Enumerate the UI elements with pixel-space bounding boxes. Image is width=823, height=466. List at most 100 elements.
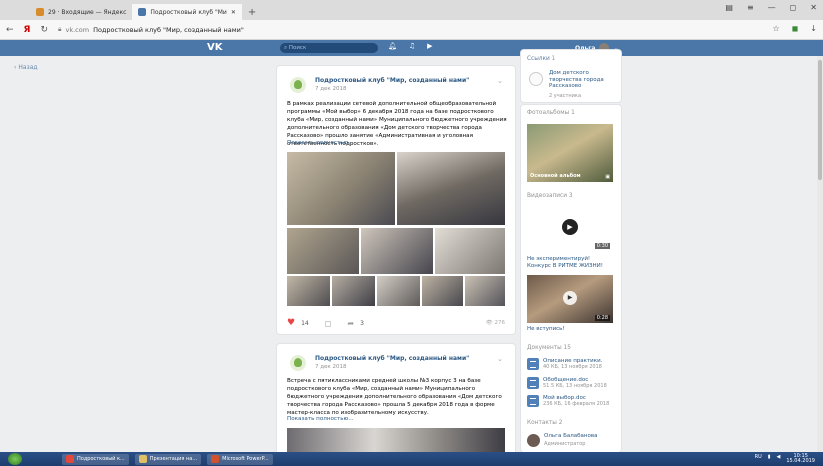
play-icon[interactable]: ▶ (427, 42, 432, 50)
reload-icon[interactable]: ↻ (40, 25, 48, 35)
show-more-link[interactable]: Показать полностью... (287, 140, 354, 146)
chevron-left-icon: ‹ (14, 64, 17, 71)
eye-icon: 👁︎ (485, 320, 493, 326)
taskbar-label: Презентация на... (149, 456, 198, 462)
new-tab-button[interactable]: + (242, 4, 262, 20)
scrollbar-thumb[interactable] (818, 60, 822, 180)
document-meta: 51.5 КБ, 13 ноября 2018 (543, 383, 607, 389)
contact-avatar[interactable] (527, 434, 540, 447)
links-block: Ссылки 1 Дом детского творчества города … (521, 50, 621, 102)
post-photo[interactable] (397, 152, 505, 225)
url-field[interactable]: 🔒︎ vk.com Подростковый клуб "Мир, создан… (58, 25, 244, 34)
comment-icon[interactable]: ◻ (325, 319, 332, 328)
like-icon[interactable]: ♥ (287, 318, 295, 328)
search-input[interactable]: ⌕ Поиск (280, 43, 378, 53)
start-button[interactable] (8, 453, 22, 465)
yandex-icon (66, 455, 74, 463)
music-icon[interactable]: ♫ (409, 42, 415, 50)
language-indicator[interactable]: RU (755, 454, 762, 464)
post-photo[interactable] (287, 228, 359, 274)
post-photo[interactable] (377, 276, 420, 306)
close-window-button[interactable]: ✕ (810, 3, 817, 12)
taskbar-presentation[interactable]: Презентация на... (134, 453, 202, 465)
back-arrow-icon[interactable]: ← (6, 25, 14, 35)
post-date[interactable]: 7 дек 2018 (315, 364, 347, 370)
post-author[interactable]: Подростковый клуб "Мир, созданный нами" (315, 355, 469, 362)
contact-name[interactable]: Ольга Балабанова (544, 433, 597, 439)
bookmark-star-icon[interactable]: ☆ (772, 24, 779, 33)
volume-icon[interactable]: ◀ (777, 454, 781, 464)
video-thumb[interactable]: ▶ 0:30 (527, 205, 613, 251)
menu-icon[interactable]: ≡ (747, 3, 754, 12)
document-item[interactable]: Описание практики. 40 КБ, 13 ноября 2018 (527, 358, 602, 370)
video-duration: 0:28 (594, 315, 610, 321)
post-photo[interactable] (361, 228, 433, 274)
vk-icon (138, 8, 147, 16)
taskbar-browser[interactable]: Подростковый к... (62, 453, 129, 465)
taskbar-powerpoint[interactable]: Microsoft PowerP... (207, 453, 273, 465)
url-domain: vk.com (65, 25, 90, 34)
post-author[interactable]: Подростковый клуб "Мир, созданный нами" (315, 77, 469, 84)
windows-taskbar: Подростковый к... Презентация на... Micr… (0, 452, 823, 466)
lock-icon: 🔒︎ (58, 25, 62, 33)
contact-role: Администратор (544, 441, 586, 447)
link-avatar[interactable] (529, 72, 543, 86)
close-icon[interactable]: ✕ (231, 9, 236, 16)
albums-title-text: Фотоальбомы (527, 110, 570, 116)
docs-count: 15 (563, 345, 571, 351)
contacts-title[interactable]: Контакты 2 (527, 420, 562, 426)
link-name[interactable]: Дом детского творчества города Рассказов… (549, 70, 617, 90)
videos-title[interactable]: Видеозаписи 3 (527, 193, 573, 199)
post-photo[interactable] (332, 276, 375, 306)
document-icon (527, 395, 539, 407)
video-thumb[interactable]: ▶ 0:28 (527, 275, 613, 323)
videos-title-text: Видеозаписи (527, 193, 568, 199)
clock-date: 15.04.2019 (786, 458, 815, 464)
extension-icon[interactable]: ◼ (792, 24, 799, 33)
docs-title[interactable]: Документы 15 (527, 345, 571, 351)
back-label: Назад (18, 64, 38, 71)
share-icon[interactable]: ➦ (347, 319, 354, 328)
download-icon[interactable]: ↓ (810, 24, 817, 33)
albums-title[interactable]: Фотоальбомы 1 (527, 110, 575, 116)
maximize-button[interactable]: ◻ (790, 3, 797, 12)
vk-logo[interactable]: VK (207, 42, 223, 53)
browser-tab-bar: 29 · Входящие — Яндекс Подростковый клуб… (0, 0, 823, 20)
document-icon (527, 358, 539, 370)
document-item[interactable]: Мой выбор.doc 236 КБ, 16 февраля 2018 (527, 395, 609, 407)
post-header: Подростковый клуб "Мир, созданный нами" … (277, 344, 515, 374)
tab-mail-label: 29 · Входящие — Яндекс (48, 8, 127, 16)
clock[interactable]: 10:15 15.04.2019 (786, 454, 815, 464)
post-photo[interactable] (287, 276, 330, 306)
club-avatar[interactable] (290, 355, 306, 371)
post-photo[interactable] (465, 276, 505, 306)
video-duration: 0:30 (594, 243, 610, 249)
back-link[interactable]: ‹ Назад (14, 64, 38, 71)
post-photo[interactable] (422, 276, 463, 306)
yandex-icon[interactable]: Я (24, 25, 31, 35)
document-item[interactable]: Обобщение.doc 51.5 КБ, 13 ноября 2018 (527, 377, 607, 389)
post-date[interactable]: 7 дек 2018 (315, 86, 347, 92)
tab-vk[interactable]: Подростковый клуб "Ми ✕ (132, 4, 242, 20)
chevron-down-icon[interactable]: ⌄ (497, 355, 503, 363)
header-icons: 🔔︎ ♫ ▶ (388, 42, 433, 50)
folder-icon (138, 455, 147, 463)
albums-count: 1 (571, 110, 575, 116)
album-cover[interactable]: Основной альбом ▣ (527, 124, 613, 182)
tab-mail[interactable]: 29 · Входящие — Яндекс (30, 4, 132, 20)
url-title: Подростковый клуб "Мир, созданный нами" (93, 25, 244, 34)
show-more-link[interactable]: Показать полностью... (287, 416, 354, 422)
chevron-down-icon[interactable]: ⌄ (497, 77, 503, 85)
network-icon[interactable]: ▮ (768, 454, 771, 464)
post-photo[interactable] (287, 152, 395, 225)
bookmarks-icon[interactable]: ▤ (725, 3, 733, 12)
club-avatar[interactable] (290, 77, 306, 93)
notifications-icon[interactable]: 🔔︎ (388, 42, 397, 50)
post-photo[interactable] (435, 228, 505, 274)
browser-extensions: ☆ ◼ ↓ (772, 24, 817, 33)
video-title[interactable]: Не вступись! (527, 326, 565, 332)
wall-post: Подростковый клуб "Мир, созданный нами" … (277, 344, 515, 460)
minimize-button[interactable]: — (768, 3, 776, 12)
video-title[interactable]: Не экспериментируй! Конкурс В РИТМЕ ЖИЗН… (527, 256, 615, 269)
links-title[interactable]: Ссылки 1 (527, 56, 555, 62)
